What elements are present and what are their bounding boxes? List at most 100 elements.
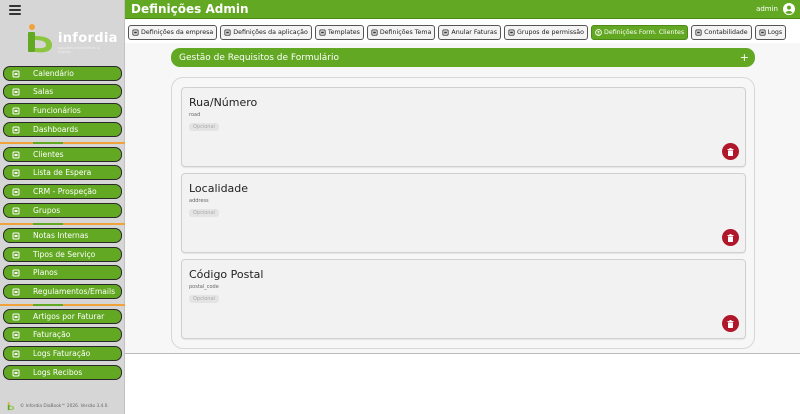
sidebar-item-label: Grupos xyxy=(33,206,61,215)
tab-defini-es-tema[interactable]: Definições Tema xyxy=(366,25,436,40)
sidebar-item-fatura-o[interactable]: Faturação xyxy=(3,327,122,342)
articles-icon xyxy=(11,313,20,321)
field-status-badge[interactable]: Opcional xyxy=(189,209,219,217)
tab-label: Definições da aplicação xyxy=(233,29,308,36)
sidebar-item-logs-fatura-o[interactable]: Logs Faturação xyxy=(3,346,122,361)
sidebar-item-notas-internas[interactable]: Notas Internas xyxy=(3,228,122,243)
field-status-badge[interactable]: Opcional xyxy=(189,123,219,131)
tab-defini-es-da-empresa[interactable]: Definições da empresa xyxy=(128,25,218,40)
tab-logs[interactable]: Logs xyxy=(754,25,787,40)
sidebar-item-artigos-por-faturar[interactable]: Artigos por Faturar xyxy=(3,309,122,324)
field-status-badge[interactable]: Opcional xyxy=(189,295,219,303)
sidebar-divider-accent xyxy=(33,142,63,144)
tab-contabilidade[interactable]: Contabilidade xyxy=(691,25,752,40)
clients-icon xyxy=(11,151,20,159)
settings-tabs: Definições da empresa Definições da aplic… xyxy=(128,25,789,40)
sidebar-item-planos[interactable]: Planos xyxy=(3,265,122,280)
building-icon xyxy=(132,29,139,36)
tab-label: Contabilidade xyxy=(704,29,748,36)
field-card: Código Postal postal_code Opcional xyxy=(181,259,746,339)
plans-icon xyxy=(11,269,20,277)
form-requirements-header[interactable]: Gestão de Requisitos de Formulário + xyxy=(171,48,755,67)
top-bar: Definições Admin admin xyxy=(125,0,800,19)
sidebar-item-label: Funcionários xyxy=(33,106,81,115)
sidebar-item-label: Logs Recibos xyxy=(33,368,83,377)
waitlist-icon xyxy=(11,169,20,177)
footer-copyright: © Infordia DiaBook™ 2026. Versão 3.4.0. xyxy=(20,404,109,409)
logo-mark-icon xyxy=(28,24,52,53)
sidebar-item-logs-recibos[interactable]: Logs Recibos xyxy=(3,365,122,380)
user-circle-icon xyxy=(595,29,602,36)
tab-defini-es-da-aplica-o[interactable]: Definições da aplicação xyxy=(220,25,312,40)
users-icon xyxy=(508,29,515,36)
sidebar-item-salas[interactable]: Salas xyxy=(3,84,122,99)
calendar-icon xyxy=(11,70,20,78)
brand-name: infordia xyxy=(58,31,118,46)
field-name: Localidade xyxy=(189,182,249,195)
tab-label: Definições da empresa xyxy=(141,29,214,36)
sidebar: infordia soluções informáticas & digitai… xyxy=(0,0,125,414)
tab-grupos-de-permiss-o[interactable]: Grupos de permissão xyxy=(504,25,588,40)
field-name: Código Postal xyxy=(189,268,264,281)
sidebar-item-label: Faturação xyxy=(33,330,71,339)
sidebar-item-label: Clientes xyxy=(33,150,64,159)
field-key: road xyxy=(189,112,201,118)
sidebar-item-label: Salas xyxy=(33,87,54,96)
delete-field-button[interactable] xyxy=(722,229,739,246)
field-card: Rua/Número road Opcional xyxy=(181,87,746,167)
receipt-logs-icon xyxy=(11,369,20,377)
delete-field-button[interactable] xyxy=(722,143,739,160)
bank-icon xyxy=(695,29,702,36)
app-root: infordia soluções informáticas & digitai… xyxy=(0,0,800,414)
sidebar-item-tipos-de-servi-o[interactable]: Tipos de Serviço xyxy=(3,247,122,262)
sidebar-item-clientes[interactable]: Clientes xyxy=(3,147,122,162)
field-key: address xyxy=(189,198,209,204)
crm-icon xyxy=(11,188,20,196)
tab-label: Templates xyxy=(327,29,360,36)
tab-label: Logs xyxy=(767,29,783,36)
sidebar-item-label: Notas Internas xyxy=(33,231,89,240)
sidebar-item-label: Lista de Espera xyxy=(33,168,92,177)
sidebar-item-label: Planos xyxy=(33,268,58,277)
add-field-button[interactable]: + xyxy=(740,51,749,64)
sidebar-item-label: CRM - Prospeção xyxy=(33,187,97,196)
tab-label: Grupos de permissão xyxy=(517,29,584,36)
footer-logo-icon xyxy=(7,402,15,411)
regulations-icon xyxy=(11,288,20,296)
tab-templates[interactable]: Templates xyxy=(314,25,364,40)
panel-title: Gestão de Requisitos de Formulário xyxy=(179,52,340,63)
sidebar-item-grupos[interactable]: Grupos xyxy=(3,203,122,218)
invoice-icon xyxy=(442,29,449,36)
tab-defini-es-form-clientes[interactable]: Definições Form. Clientes xyxy=(590,25,689,40)
sidebar-item-crm-prospe-o[interactable]: CRM - Prospeção xyxy=(3,184,122,199)
billing-logs-icon xyxy=(11,350,20,358)
file-icon xyxy=(319,29,326,36)
brand-tagline: soluções informáticas & digitais xyxy=(58,46,100,54)
sidebar-item-regulamentos-emails[interactable]: Regulamentos/Emails xyxy=(3,284,122,299)
sidebar-item-funcion-rios[interactable]: Funcionários xyxy=(3,103,122,118)
menu-toggle-icon[interactable] xyxy=(9,5,21,15)
field-card: Localidade address Opcional xyxy=(181,173,746,253)
tab-label: Definições Tema xyxy=(379,29,432,36)
app-icon xyxy=(224,29,231,36)
sidebar-item-calend-rio[interactable]: Calendário xyxy=(3,66,122,81)
field-key: postal_code xyxy=(189,284,219,290)
tab-anular-faturas[interactable]: Anular Faturas xyxy=(438,25,501,40)
brush-icon xyxy=(371,29,378,36)
billing-icon xyxy=(11,331,20,339)
page-title: Definições Admin xyxy=(131,2,249,16)
sidebar-item-label: Artigos por Faturar xyxy=(33,312,105,321)
service-types-icon xyxy=(11,251,20,259)
sidebar-divider-accent xyxy=(33,304,63,306)
field-name: Rua/Número xyxy=(189,96,258,109)
delete-field-button[interactable] xyxy=(722,315,739,332)
sidebar-divider-accent xyxy=(33,223,63,225)
sidebar-item-label: Tipos de Serviço xyxy=(33,250,96,259)
user-avatar-icon[interactable] xyxy=(783,3,795,15)
sidebar-item-lista-de-espera[interactable]: Lista de Espera xyxy=(3,165,122,180)
sidebar-item-label: Regulamentos/Emails xyxy=(33,287,116,296)
tab-label: Definições Form. Clientes xyxy=(603,29,685,36)
employees-icon xyxy=(11,107,20,115)
sidebar-item-dashboards[interactable]: Dashboards xyxy=(3,122,122,137)
user-name[interactable]: admin xyxy=(756,5,778,13)
